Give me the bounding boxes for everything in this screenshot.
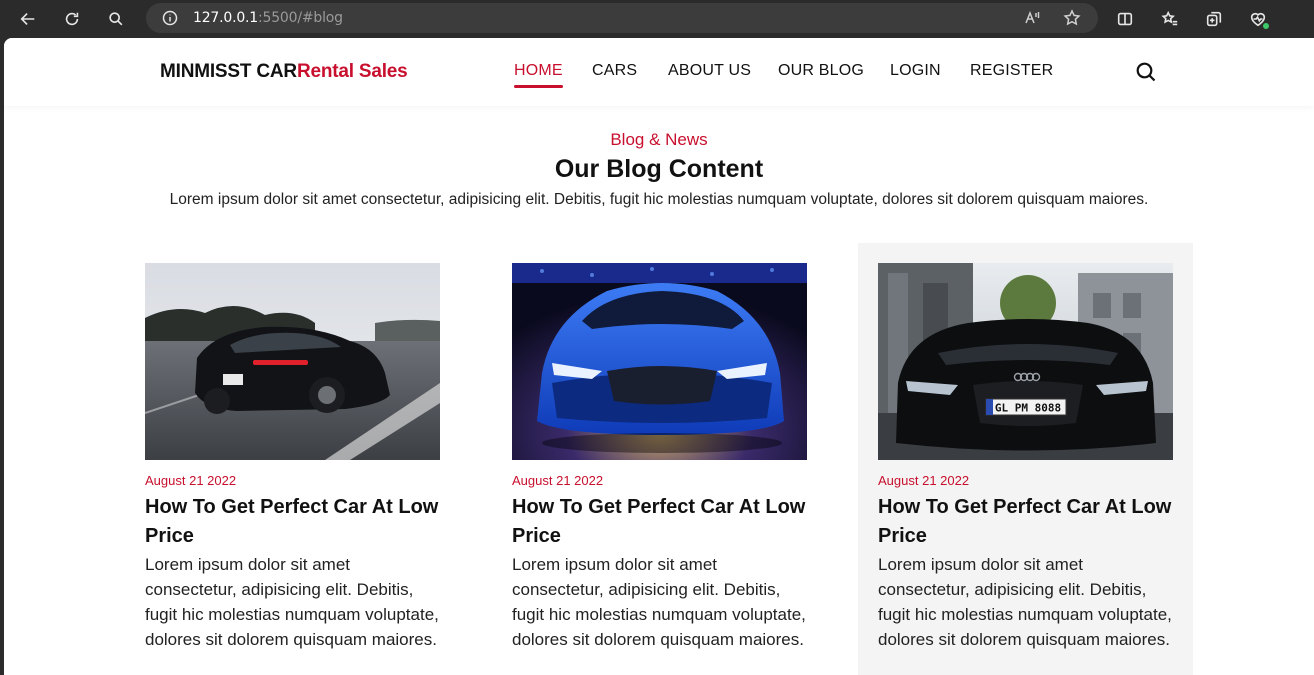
nav-home[interactable]: HOME [514, 62, 563, 88]
search-icon[interactable] [104, 7, 128, 31]
blog-card-image[interactable]: GL PM 8088 [878, 263, 1173, 460]
url-text[interactable]: 127.0.0.1:5500/#blog [193, 10, 343, 26]
nav-register[interactable]: REGISTER [970, 62, 1053, 80]
blog-card[interactable]: August 21 2022 How To Get Perfect Car At… [125, 243, 460, 675]
section-subtitle: Blog & News [610, 130, 708, 149]
status-dot [1263, 23, 1269, 29]
blog-card-title[interactable]: How To Get Perfect Car At Low Price [878, 493, 1178, 551]
browser-essentials-icon[interactable] [1246, 7, 1270, 31]
read-aloud-icon[interactable] [1024, 9, 1042, 27]
blog-card-date: August 21 2022 [145, 473, 237, 488]
blog-card-date: August 21 2022 [512, 473, 604, 488]
section-description: Lorem ipsum dolor sit amet consectetur, … [169, 191, 1149, 208]
blog-card-excerpt: Lorem ipsum dolor sit amet consectetur, … [145, 555, 439, 649]
info-icon[interactable] [162, 10, 178, 26]
blog-card[interactable]: August 21 2022 How To Get Perfect Car At… [492, 243, 827, 675]
blog-card-image[interactable] [512, 263, 807, 460]
site-logo[interactable]: MINMISST CARRental Sales [160, 61, 408, 83]
browser-toolbar: 127.0.0.1:5500/#blog [0, 0, 1314, 38]
address-bar[interactable]: 127.0.0.1:5500/#blog [146, 3, 1098, 33]
favorites-icon[interactable] [1158, 7, 1182, 31]
url-path: :5500/#blog [258, 10, 343, 26]
star-icon[interactable] [1063, 9, 1081, 27]
logo-accent: Rental Sales [296, 61, 408, 82]
section-title: Our Blog Content [554, 155, 764, 183]
logo-main: MINMISST CAR [160, 61, 297, 82]
blog-card-title[interactable]: How To Get Perfect Car At Low Price [512, 493, 812, 551]
nav-about-us[interactable]: ABOUT US [668, 62, 751, 80]
collections-icon[interactable] [1202, 7, 1226, 31]
reload-icon[interactable] [60, 7, 84, 31]
url-host: 127.0.0.1 [193, 10, 258, 26]
blog-card[interactable]: GL PM 8088 August 21 2022 How To Get Per… [858, 243, 1193, 675]
nav-cars[interactable]: CARS [592, 62, 637, 80]
blog-card-image[interactable] [145, 263, 440, 460]
back-arrow-icon[interactable] [16, 7, 40, 31]
blog-card-excerpt: Lorem ipsum dolor sit amet consectetur, … [512, 555, 806, 649]
blog-card-date: August 21 2022 [878, 473, 970, 488]
nav-our-blog[interactable]: OUR BLOG [778, 62, 864, 80]
site-header: MINMISST CARRental Sales HOME CARS ABOUT… [4, 38, 1314, 106]
svg-text:GL PM 8088: GL PM 8088 [995, 402, 1061, 415]
search-icon[interactable] [1135, 61, 1157, 83]
nav-login[interactable]: LOGIN [890, 62, 941, 80]
split-screen-icon[interactable] [1113, 7, 1137, 31]
page-viewport: MINMISST CARRental Sales HOME CARS ABOUT… [4, 38, 1314, 675]
blog-card-title[interactable]: How To Get Perfect Car At Low Price [145, 493, 445, 551]
blog-card-excerpt: Lorem ipsum dolor sit amet consectetur, … [878, 555, 1172, 649]
